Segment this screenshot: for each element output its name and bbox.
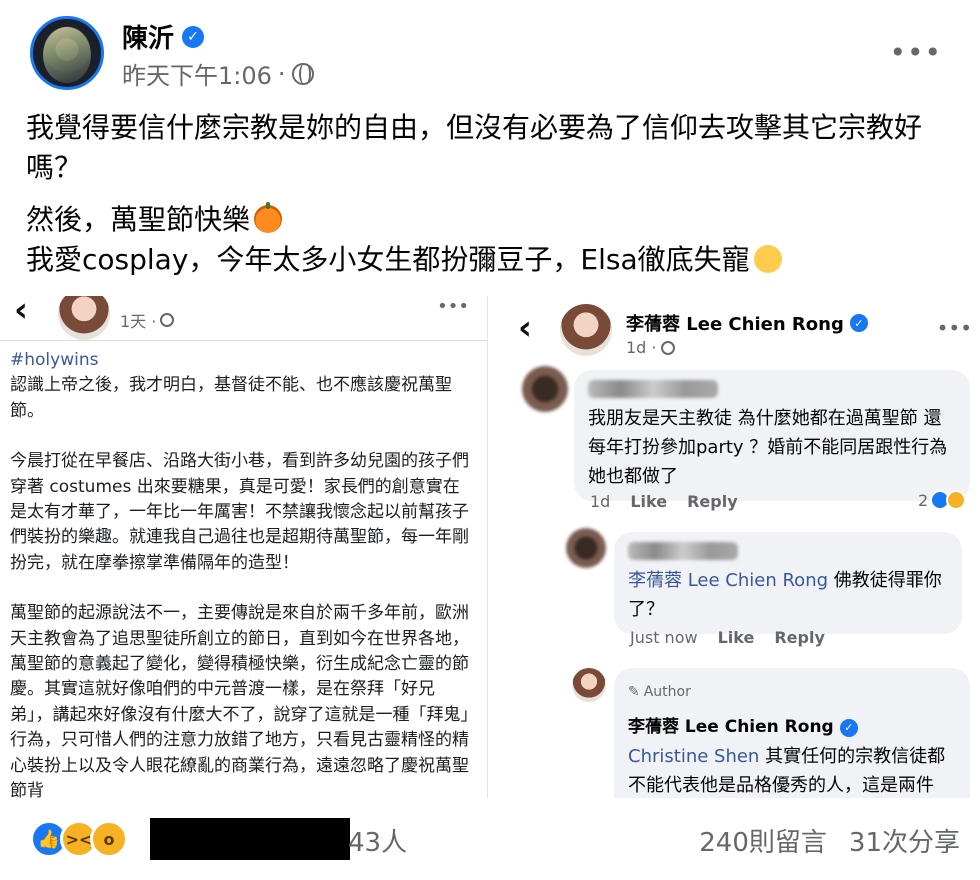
post-paragraph-1: 我覺得要信什麼宗教是妳的自由，但沒有必要為了信仰去攻擊其它宗教好嗎？ [26,111,923,184]
author-avatar[interactable] [30,16,104,90]
crying-face-emoji-icon [753,245,782,273]
comment-1-text: 我朋友是天主教徒 為什麼她都在過萬聖節 還每年打扮參加party ？婚前不能同居… [588,408,948,487]
post-body: 我覺得要信什麼宗教是妳的自由，但沒有必要為了信仰去攻擊其它宗教好嗎？ 然後，萬聖… [26,108,961,280]
left-paragraph-1: 認識上帝之後，我才明白，基督徒不能、也不應該慶祝萬聖節。 [10,375,452,421]
shares-count[interactable]: 31次分享 [849,822,960,859]
author-name-text[interactable]: 陳沂 [122,18,174,55]
comment-2-like: Like [717,628,755,647]
comment-2-mention: 李蒨蓉 Lee Chien Rong [628,570,829,591]
comment-1-reaction-count: 2 [918,490,929,510]
comment-3-body: Christine Shen 其實任何的宗教信徒都不能代表他是品格優秀的人，這是… [628,742,956,798]
reply-author-avatar [572,668,606,702]
post-line-2: 然後，萬聖節快樂 [26,200,961,240]
more-options-icon: ••• [437,296,469,317]
redacted-commenter-name [588,380,718,398]
reaction-icons[interactable]: 👍 >< o [30,820,128,858]
verified-badge-icon: ✓ [839,718,858,737]
left-meta: 1天 · [120,308,175,332]
divider [0,340,487,341]
post-line-3: 我愛cosplay，今年太多小女生都扮彌豆子，Elsa徹底失寵 [26,240,961,280]
comment-bubble-1: 我朋友是天主教徒 為什麼她都在過萬聖節 還每年打扮參加party ？婚前不能同居… [574,370,970,501]
meta-separator: · [277,59,286,88]
post-image[interactable]: ‹ 1天 · ••• #holywins 認識上帝之後，我才明白，基督徒不能、也… [0,296,980,798]
comment-1-time: 1d [590,492,611,511]
comment-bubble-2: 李蒨蓉 Lee Chien Rong 佛教徒得罪你了？ [614,532,962,634]
right-timestamp: 1d · [626,338,657,357]
hashtag: #holywins [10,350,99,370]
post-meta: 昨天下午1:06 · [122,56,314,91]
reaction-count[interactable]: 43人 [348,822,407,859]
redacted-commenter-name [628,542,738,560]
right-author-avatar [560,304,612,356]
globe-icon [660,340,675,355]
post-timestamp[interactable]: 昨天下午1:06 [122,56,272,91]
author-tag: ✎ Author [628,678,956,707]
comment-1-reactions: 2 [918,490,967,510]
comment-1-actions: 1d Like Reply [590,492,738,511]
left-author-avatar [58,296,110,340]
globe-icon [291,62,314,85]
post-footer: 👍 >< o 43人 240則留言 31次分享 [0,798,980,880]
author-name[interactable]: 陳沂 ✓ [122,18,205,55]
right-meta: 1d · [626,338,675,357]
left-paragraph-3: 萬聖節的起源說法不一，主要傳說是來自於兩千多年前，歐洲天主教會為了追思聖徒所創立… [10,603,469,798]
pumpkin-emoji-icon [254,202,283,233]
haha-reaction-icon [946,490,967,510]
comment-2-time: Just now [630,628,698,647]
comments-count[interactable]: 240則留言 [699,822,827,859]
comment-1-like: Like [630,492,668,511]
left-post-body: #holywins 認識上帝之後，我才明白，基督徒不能、也不應該慶祝萬聖節。 今… [10,348,470,798]
post-stats: 240則留言 31次分享 [699,822,960,859]
comment-2-actions: Just now Like Reply [630,628,825,647]
right-screenshot: ‹ 李蒨蓉 Lee Chien Rong ✓ 1d · ••• 我朋友是天主教徒… [498,296,980,798]
more-options-icon[interactable]: ••• [889,36,942,69]
back-arrow-icon: ‹ [14,296,29,330]
right-author-name: 李蒨蓉 Lee Chien Rong ✓ [626,310,868,336]
comment-2-reply: Reply [774,628,825,647]
wow-reaction-icon[interactable]: o [90,820,128,858]
comment-1-reply: Reply [687,492,738,511]
post-header: 陳沂 ✓ 昨天下午1:06 · ••• [26,12,960,92]
left-paragraph-2: 今晨打從在早餐店、沿路大街小巷，看到許多幼兒園的孩子們穿著 costumes 出… [10,451,469,573]
author-tag-label: Author [643,684,691,700]
comment-bubble-3: ✎ Author 李蒨蓉 Lee Chien Rong ✓ Christine … [614,668,970,798]
comment-3-author: 李蒨蓉 Lee Chien Rong ✓ [628,713,956,742]
globe-icon [160,313,175,327]
commenter-avatar [522,366,568,412]
comment-3-mention: Christine Shen [628,746,760,767]
back-arrow-icon: ‹ [518,308,533,348]
commenter-avatar [566,528,606,568]
verified-badge-icon: ✓ [182,25,205,48]
verified-badge-icon: ✓ [849,314,868,332]
left-timestamp: 1天 · [120,312,157,331]
pencil-icon: ✎ [628,684,640,700]
redacted-block [150,818,350,860]
left-screenshot: ‹ 1天 · ••• #holywins 認識上帝之後，我才明白，基督徒不能、也… [0,296,488,798]
more-options-icon: ••• [936,316,972,340]
